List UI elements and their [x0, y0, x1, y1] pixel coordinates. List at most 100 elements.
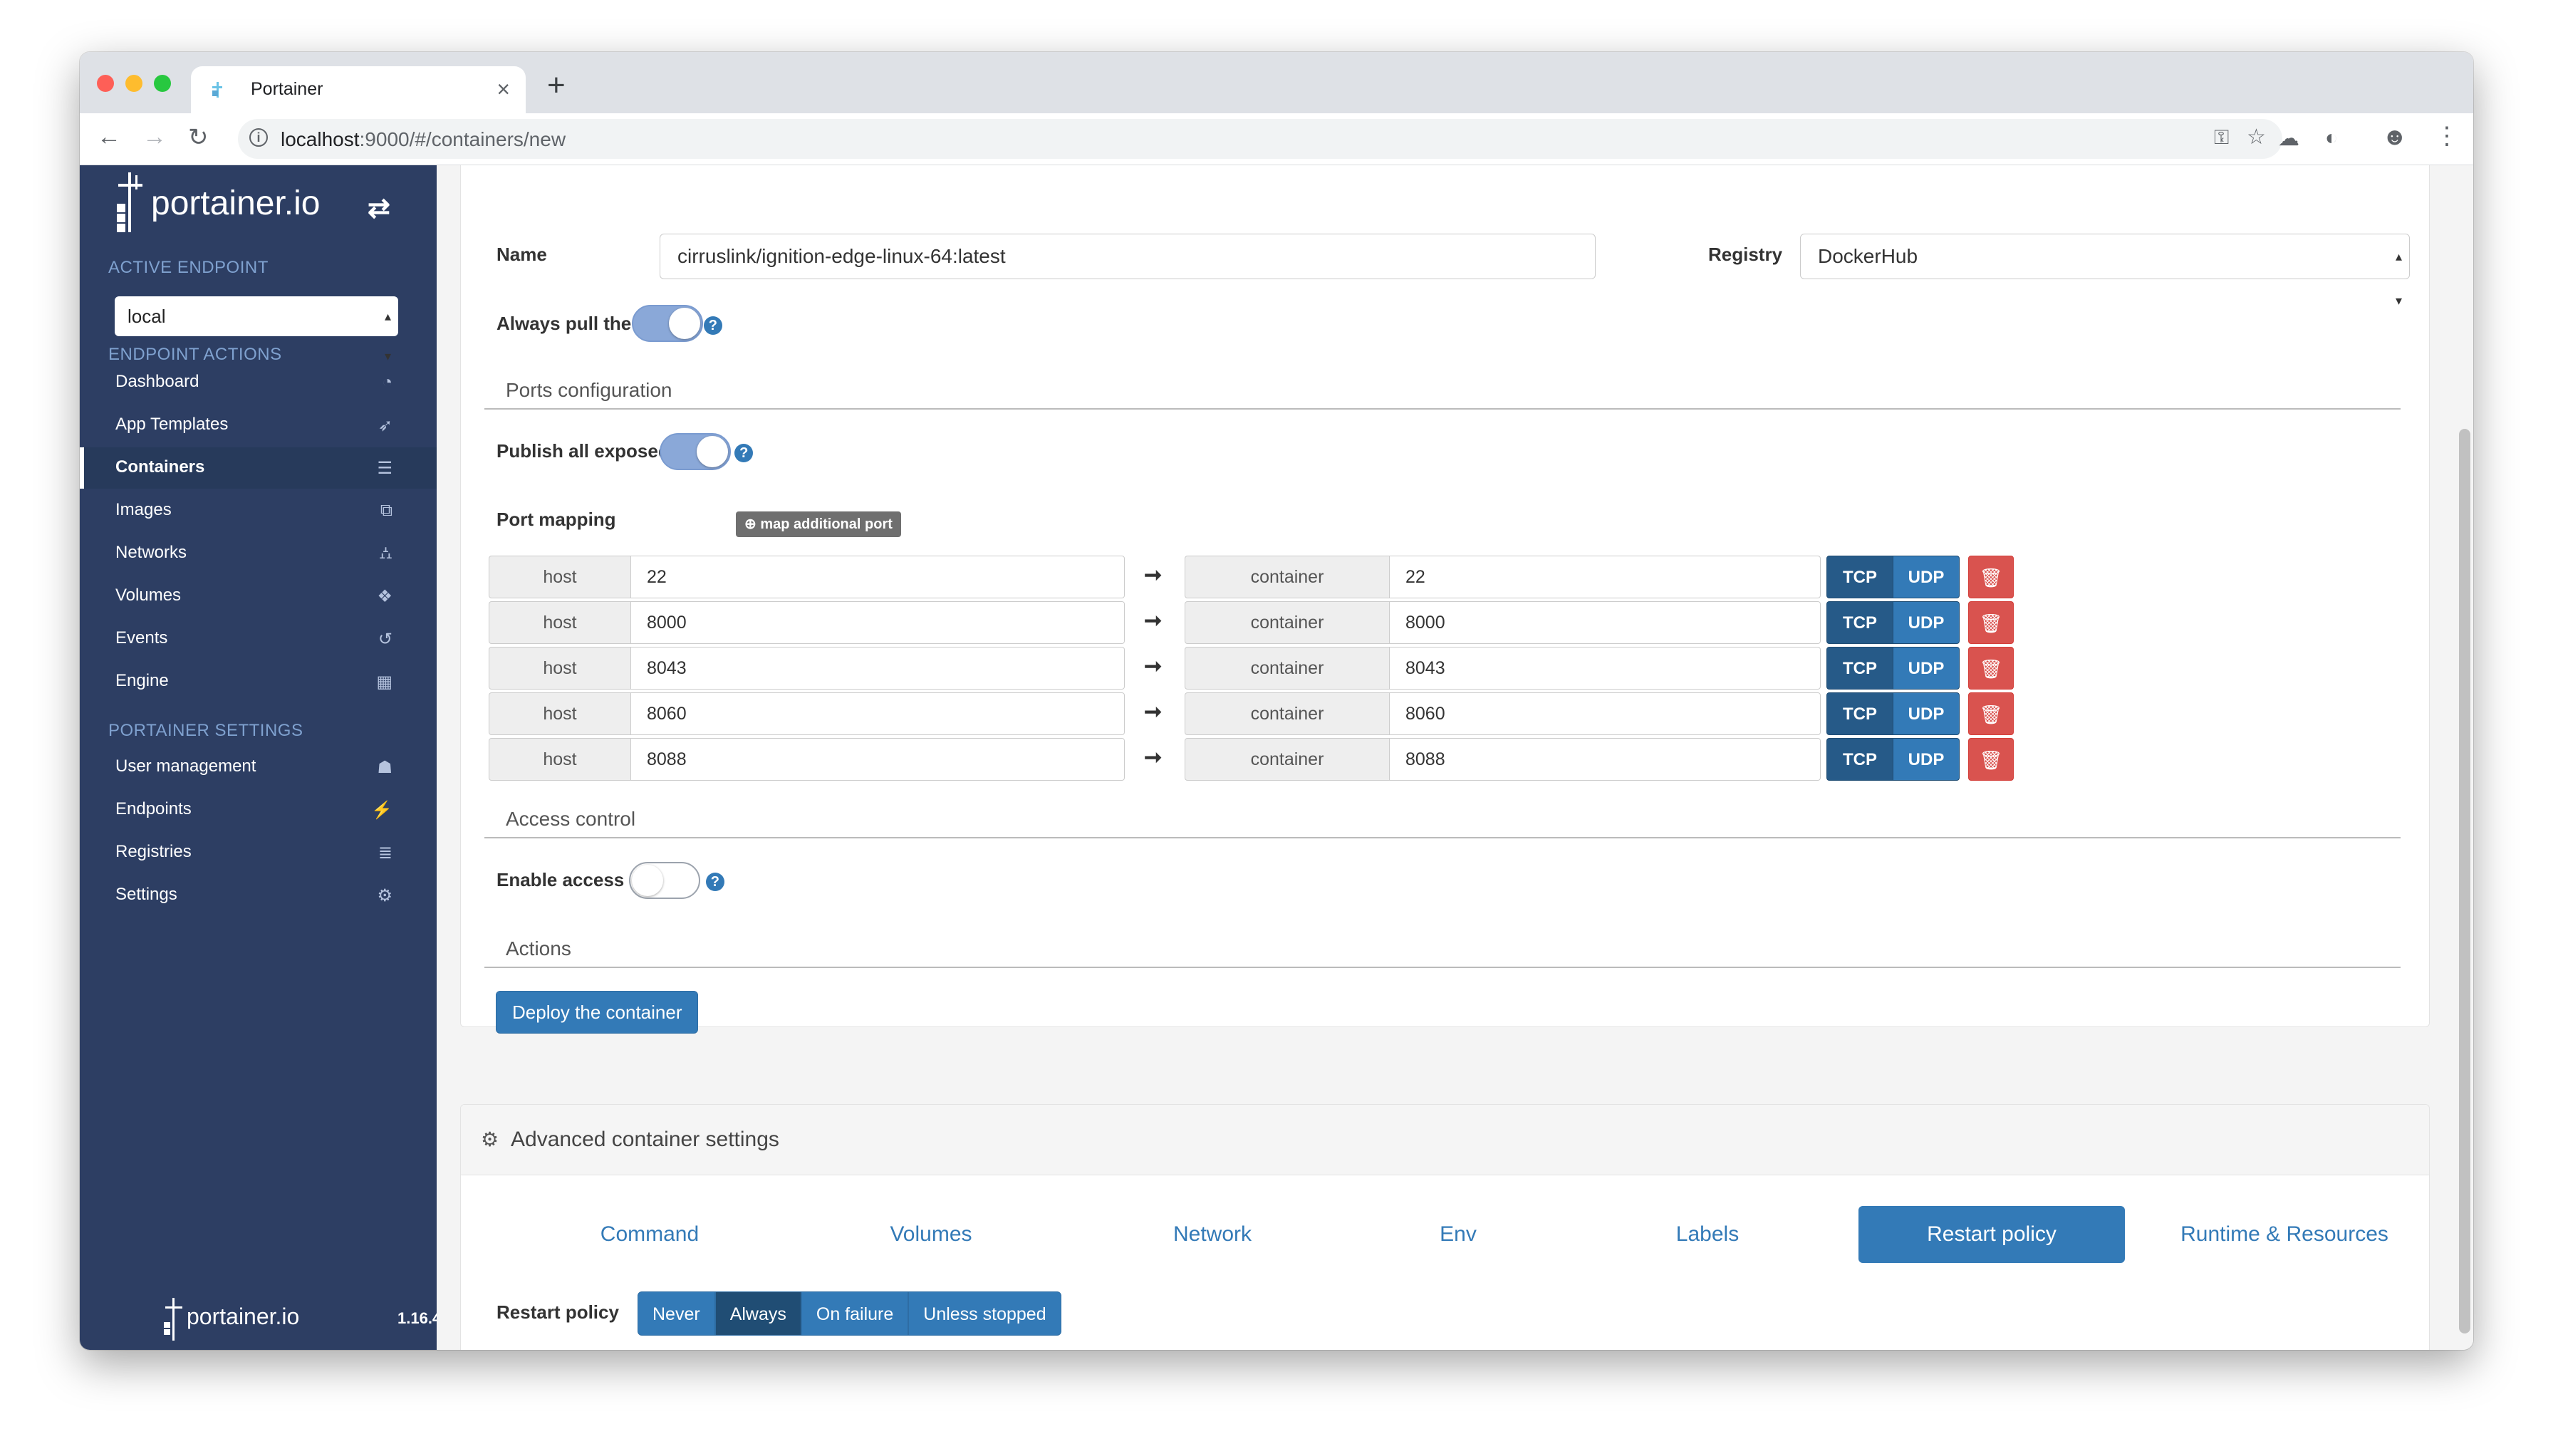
sidebar: portainer.io ⇄ ACTIVE ENDPOINT local ▴ ▾ …: [80, 165, 441, 1350]
sidebar-item-endpoints[interactable]: Endpoints ⚡: [80, 789, 437, 831]
tcp-button[interactable]: TCP: [1826, 738, 1893, 781]
endpoint-select-value: local: [128, 306, 166, 327]
remove-port-button[interactable]: 🗑: [1968, 601, 2014, 644]
restart-policy-label: Restart policy: [496, 1301, 619, 1323]
udp-button[interactable]: UDP: [1893, 601, 1960, 644]
create-container-panel: Name cirruslink/ignition-edge-linux-64:l…: [460, 165, 2430, 1034]
sidebar-item-registries[interactable]: Registries ≣: [80, 832, 437, 873]
browser-tab[interactable]: Portainer ×: [191, 66, 526, 113]
tcp-button[interactable]: TCP: [1826, 647, 1893, 690]
sidebar-item-app-templates[interactable]: App Templates ➶: [80, 405, 437, 446]
extension-icon[interactable]: ◐: [2325, 126, 2338, 150]
sidebar-item-settings[interactable]: Settings ⚙: [80, 875, 437, 916]
deploy-container-button[interactable]: Deploy the container: [496, 991, 699, 1034]
host-addon: host: [489, 601, 631, 644]
sidebar-item-containers[interactable]: Containers ☰: [80, 447, 437, 489]
container-port-input[interactable]: 8043: [1389, 647, 1821, 690]
tab-volumes[interactable]: Volumes: [860, 1206, 1002, 1263]
container-port-input[interactable]: 8000: [1389, 601, 1821, 644]
remove-port-button[interactable]: 🗑: [1968, 647, 2014, 690]
remove-port-button[interactable]: 🗑: [1968, 738, 2014, 781]
menu-kebab-icon[interactable]: ⋮: [2435, 122, 2459, 150]
host-port-input[interactable]: 8060: [630, 692, 1125, 735]
endpoint-select[interactable]: local ▴ ▾: [115, 296, 398, 363]
section-divider: [484, 837, 2401, 838]
sidebar-item-dashboard[interactable]: Dashboard ◔: [80, 362, 437, 403]
portainer-logo-icon: [117, 172, 142, 232]
key-icon[interactable]: ⚿: [2214, 126, 2229, 150]
address-bar[interactable]: i localhost:9000/#/containers/new ⚿ ☆: [238, 119, 2282, 159]
host-port-input[interactable]: 8043: [630, 647, 1125, 690]
help-icon[interactable]: ?: [703, 316, 722, 335]
container-port-input[interactable]: 8060: [1389, 692, 1821, 735]
tcp-button[interactable]: TCP: [1826, 692, 1893, 735]
sidebar-item-label: App Templates: [115, 415, 229, 434]
sidebar-item-user-management[interactable]: User management ☗: [80, 747, 437, 788]
users-icon: ☗: [377, 758, 392, 777]
tab-command[interactable]: Command: [561, 1206, 739, 1263]
site-info-icon[interactable]: i: [249, 128, 268, 147]
minimize-window-button[interactable]: [125, 75, 142, 92]
exchange-icon[interactable]: ⇄: [368, 192, 390, 224]
arrow-right-icon: ➞: [1144, 746, 1163, 769]
image-name-input[interactable]: cirruslink/ignition-edge-linux-64:latest: [660, 234, 1596, 279]
back-icon[interactable]: ←: [97, 123, 121, 151]
always-pull-toggle[interactable]: [632, 305, 703, 342]
udp-button[interactable]: UDP: [1893, 647, 1960, 690]
sidebar-item-networks[interactable]: Networks ⛼: [80, 533, 437, 574]
map-additional-port-button[interactable]: ⊕ map additional port: [736, 511, 901, 537]
help-icon[interactable]: ?: [734, 444, 754, 462]
page-scrollbar[interactable]: [2459, 429, 2470, 1333]
tab-restart-policy[interactable]: Restart policy: [1858, 1206, 2125, 1263]
publish-all-toggle[interactable]: [660, 433, 731, 470]
tab-network[interactable]: Network: [1134, 1206, 1291, 1263]
restart-policy-button-group: Never Always On failure Unless stopped: [638, 1291, 1061, 1336]
registry-select[interactable]: DockerHub ▴ ▾: [1800, 234, 2410, 308]
sidebar-item-volumes[interactable]: Volumes ❖: [80, 576, 437, 617]
tab-env[interactable]: Env: [1408, 1206, 1508, 1263]
browser-window: Portainer × + ← → ↻ i localhost:9000/#/c…: [80, 52, 2473, 1350]
help-icon[interactable]: ?: [705, 873, 724, 891]
trash-icon: 🗑: [1979, 658, 2003, 680]
tcp-button[interactable]: TCP: [1826, 556, 1893, 598]
port-mapping-row: host 8060 ➞ container 8060 TCP UDP 🗑: [489, 692, 2027, 735]
rocket-icon: ➶: [378, 416, 392, 435]
close-window-button[interactable]: [97, 75, 114, 92]
container-port-input[interactable]: 22: [1389, 556, 1821, 598]
sidebar-item-events[interactable]: Events ↺: [80, 618, 437, 660]
url-text: localhost:9000/#/containers/new: [281, 128, 566, 150]
access-control-toggle[interactable]: [629, 862, 700, 899]
sidebar-item-images[interactable]: Images ⧉: [80, 490, 437, 531]
restart-never-button[interactable]: Never: [638, 1291, 715, 1336]
tcp-button[interactable]: TCP: [1826, 601, 1893, 644]
cloud-icon[interactable]: ☁: [2278, 126, 2299, 151]
sidebar-item-label: Events: [115, 628, 168, 648]
profile-icon[interactable]: ☻: [2382, 123, 2408, 151]
new-tab-icon[interactable]: +: [547, 68, 566, 103]
reload-icon[interactable]: ↻: [188, 123, 209, 152]
maximize-window-button[interactable]: [154, 75, 171, 92]
udp-button[interactable]: UDP: [1893, 556, 1960, 598]
tab-close-icon[interactable]: ×: [496, 76, 510, 103]
container-port-input[interactable]: 8088: [1389, 738, 1821, 781]
sidebar-item-engine[interactable]: Engine ▦: [80, 661, 437, 702]
host-port-input[interactable]: 8088: [630, 738, 1125, 781]
bookmark-star-icon[interactable]: ☆: [2247, 125, 2266, 150]
udp-button[interactable]: UDP: [1893, 738, 1960, 781]
clone-icon: ⧉: [380, 501, 392, 520]
tab-labels[interactable]: Labels: [1643, 1206, 1772, 1263]
udp-button[interactable]: UDP: [1893, 692, 1960, 735]
host-port-input[interactable]: 22: [630, 556, 1125, 598]
remove-port-button[interactable]: 🗑: [1968, 692, 2014, 735]
host-port-input[interactable]: 8000: [630, 601, 1125, 644]
forward-icon[interactable]: →: [142, 123, 167, 151]
restart-on-failure-button[interactable]: On failure: [801, 1291, 909, 1336]
restart-always-button[interactable]: Always: [714, 1291, 801, 1336]
restart-unless-stopped-button[interactable]: Unless stopped: [908, 1291, 1061, 1336]
tab-runtime-resources[interactable]: Runtime & Resources: [2149, 1206, 2420, 1263]
remove-port-button[interactable]: 🗑: [1968, 556, 2014, 598]
browser-toolbar: ← → ↻ i localhost:9000/#/containers/new …: [80, 113, 2473, 165]
footer-logo-text: portainer.io: [187, 1304, 300, 1329]
sitemap-icon: ⛼: [379, 544, 392, 563]
plug-icon: ⚡: [371, 801, 392, 820]
